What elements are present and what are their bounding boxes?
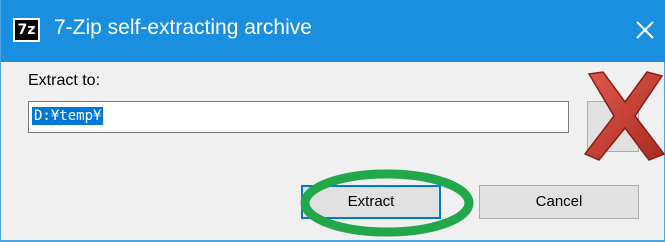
title-bar: 7z 7-Zip self-extracting archive [1, 0, 665, 62]
cross-out-mark-icon [583, 71, 665, 161]
window-title: 7-Zip self-extracting archive [54, 16, 312, 39]
cancel-button[interactable]: Cancel [479, 185, 639, 219]
7zip-app-icon: 7z [13, 18, 40, 42]
extract-path-input[interactable]: D:¥temp¥ [28, 101, 569, 133]
extract-button[interactable]: Extract [301, 185, 441, 219]
extract-to-label: Extract to: [28, 72, 101, 89]
close-icon [636, 21, 654, 39]
close-button[interactable] [625, 8, 665, 52]
extract-path-value: D:¥temp¥ [32, 107, 104, 125]
dialog-window: 7z 7-Zip self-extracting archive Extract… [0, 0, 665, 242]
